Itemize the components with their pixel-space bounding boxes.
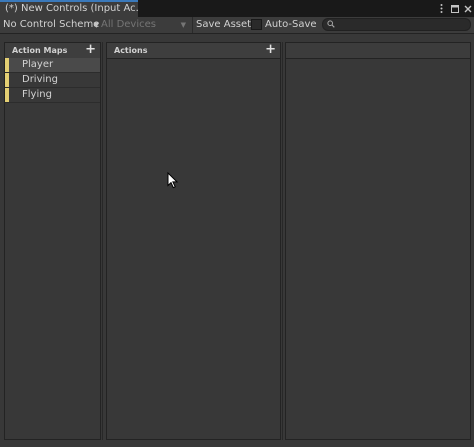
- input-actions-window: (*) New Controls (Input Ac... No Control…: [0, 0, 474, 447]
- actions-header: Actions +: [107, 42, 280, 59]
- auto-save-checkbox[interactable]: [251, 19, 262, 30]
- tab-strip: (*) New Controls (Input Ac...: [0, 0, 474, 17]
- action-map-item-player[interactable]: Player: [5, 58, 100, 73]
- actions-pane: Actions +: [106, 42, 281, 440]
- dropdown-arrow-icon: ▼: [180, 21, 186, 29]
- more-menu-icon[interactable]: [435, 0, 448, 17]
- control-scheme-label: No Control Scheme: [3, 19, 100, 30]
- action-map-label: Driving: [22, 74, 58, 85]
- splitter-maps-actions[interactable]: [102, 42, 103, 440]
- action-map-item-driving[interactable]: Driving: [5, 73, 100, 88]
- devices-label: All Devices: [101, 19, 156, 30]
- map-color-stripe: [5, 88, 9, 102]
- action-map-label: Player: [22, 59, 54, 70]
- add-action-icon[interactable]: +: [265, 42, 276, 57]
- maximize-icon[interactable]: [448, 0, 461, 17]
- action-maps-pane: Action Maps + Player Driving Flying: [4, 42, 101, 440]
- map-color-stripe: [5, 73, 9, 87]
- action-map-item-flying[interactable]: Flying: [5, 88, 100, 103]
- auto-save-label: Auto-Save: [265, 19, 317, 30]
- search-icon: [327, 20, 335, 31]
- toolbar: No Control Scheme ▼ All Devices ▼ Save A…: [0, 17, 474, 34]
- mouse-cursor-icon: [167, 172, 179, 189]
- control-scheme-dropdown[interactable]: No Control Scheme ▼: [3, 17, 99, 33]
- search-input[interactable]: [322, 18, 471, 31]
- splitter-actions-properties[interactable]: [282, 42, 283, 440]
- window-controls: [435, 0, 474, 17]
- action-map-label: Flying: [22, 89, 52, 100]
- properties-pane: [285, 42, 471, 440]
- tab-new-controls[interactable]: (*) New Controls (Input Ac...: [0, 0, 138, 17]
- save-asset-label: Save Asset: [196, 19, 252, 30]
- dropdown-arrow-icon: ▼: [93, 21, 99, 29]
- save-asset-button[interactable]: Save Asset: [192, 17, 252, 33]
- close-icon[interactable]: [461, 0, 474, 17]
- action-maps-title: Action Maps: [12, 46, 68, 55]
- add-action-map-icon[interactable]: +: [85, 42, 96, 57]
- action-map-list: Player Driving Flying: [5, 58, 100, 103]
- tab-title: (*) New Controls (Input Ac...: [5, 3, 138, 14]
- action-maps-header: Action Maps +: [5, 42, 100, 59]
- actions-title: Actions: [114, 46, 148, 55]
- devices-dropdown[interactable]: All Devices ▼: [101, 17, 188, 33]
- map-color-stripe: [5, 58, 9, 72]
- properties-header: [286, 43, 470, 59]
